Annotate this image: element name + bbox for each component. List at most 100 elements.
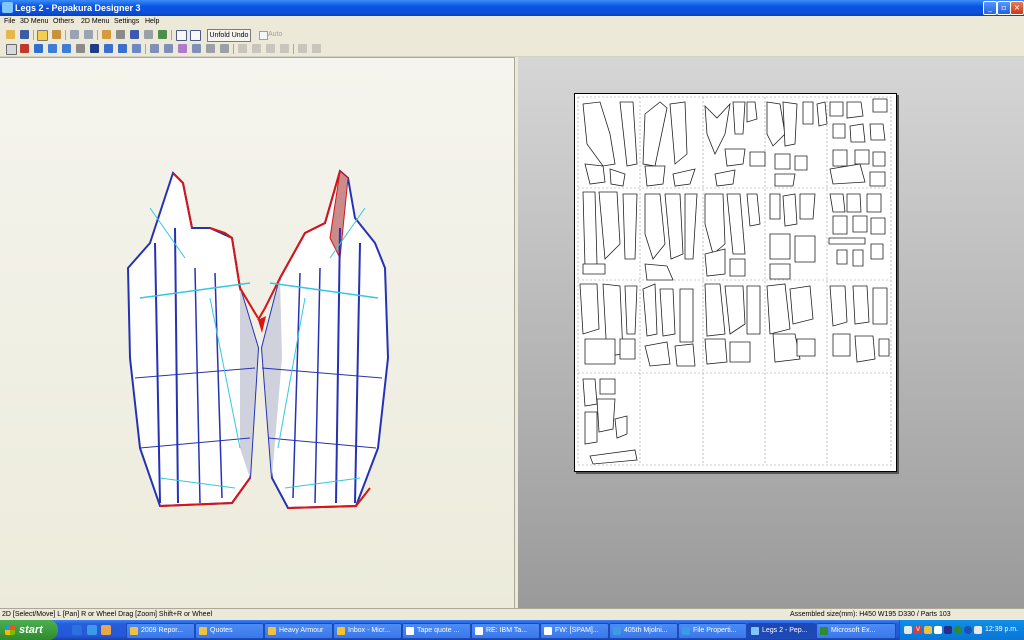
pattern-sheet[interactable]: [574, 93, 897, 472]
media-icon[interactable]: [101, 625, 111, 635]
rotate-left-icon[interactable]: [298, 44, 307, 53]
internet-explorer-icon[interactable]: [87, 625, 97, 635]
menu-2d[interactable]: 2D Menu: [81, 17, 109, 27]
tray-security-icon[interactable]: [964, 626, 972, 634]
toolbar-main: Unfold Undo Auto: [0, 28, 1024, 43]
close-button[interactable]: ×: [1010, 1, 1024, 15]
cube-icon[interactable]: [52, 30, 61, 39]
windows-flag-icon: [5, 625, 15, 635]
select-arrow-icon[interactable]: [6, 44, 17, 55]
pencil-icon[interactable]: [102, 30, 111, 39]
rotate-right-icon[interactable]: [312, 44, 321, 53]
menu-3d[interactable]: 3D Menu: [20, 17, 48, 27]
taskbar-button[interactable]: Tape quote ...: [402, 623, 471, 639]
align-center-icon[interactable]: [252, 44, 261, 53]
title-bar[interactable]: Legs 2 - Pepakura Designer 3 _ ▫ ×: [0, 0, 1024, 16]
window-single-icon[interactable]: [190, 30, 201, 41]
join-icon[interactable]: [62, 44, 71, 53]
taskbar-button[interactable]: File Properti...: [678, 623, 747, 639]
taskbar-button[interactable]: 405th Mjolni...: [609, 623, 678, 639]
pepakura-icon: [751, 627, 759, 635]
menu-others[interactable]: Others: [53, 17, 74, 27]
fit-view-icon[interactable]: [150, 44, 159, 53]
lightbulb-icon[interactable]: [37, 30, 48, 41]
folder-icon: [199, 627, 207, 635]
save-icon[interactable]: [20, 30, 29, 39]
page-icon[interactable]: [206, 44, 215, 53]
redo-icon[interactable]: [84, 30, 93, 39]
toolbar-separator: [293, 44, 294, 54]
3d-model-canvas[interactable]: [0, 58, 514, 609]
align-left-icon[interactable]: [238, 44, 247, 53]
toolbar-separator: [65, 30, 66, 40]
menu-bar: File 3D Menu Others 2D Menu Settings Hel…: [0, 16, 1024, 28]
edit-flap-icon[interactable]: [20, 44, 29, 53]
toolbar-separator: [171, 30, 172, 40]
text-icon[interactable]: [90, 44, 99, 53]
windows-taskbar: start 2009 Repor... Quotes Heavy Armour …: [0, 620, 1024, 640]
leg-model-right: [257, 169, 390, 510]
browser-icon: [613, 627, 621, 635]
open-folder-icon[interactable]: [6, 30, 15, 39]
unfold-undo-button[interactable]: Unfold Undo: [207, 29, 251, 42]
toolbar-separator: [33, 30, 34, 40]
taskbar-button[interactable]: RE: IBM Ta...: [471, 623, 540, 639]
toolbar-separator: [233, 44, 234, 54]
anchor-icon[interactable]: [130, 30, 139, 39]
start-label: start: [19, 624, 43, 636]
outlook-icon: [337, 627, 345, 635]
print-icon[interactable]: [220, 44, 229, 53]
taskbar-button-active[interactable]: Legs 2 - Pep...: [747, 623, 816, 639]
mail-icon: [475, 627, 483, 635]
align-right-icon[interactable]: [266, 44, 275, 53]
align-icon[interactable]: [192, 44, 201, 53]
antivirus-icon[interactable]: V: [914, 626, 922, 634]
rotate-icon[interactable]: [104, 44, 113, 53]
toolbar-2d: [0, 42, 1024, 57]
pattern-parts: [579, 98, 890, 465]
menu-file[interactable]: File: [4, 17, 15, 27]
network-icon[interactable]: [954, 626, 962, 634]
tray-app-icon[interactable]: [904, 626, 912, 634]
parts-icon[interactable]: [144, 30, 153, 39]
menu-help[interactable]: Help: [145, 17, 159, 27]
select-area-icon[interactable]: [158, 30, 167, 39]
tray-app-icon[interactable]: [944, 626, 952, 634]
auto-label: Auto: [268, 31, 283, 38]
menu-settings[interactable]: Settings: [114, 17, 139, 27]
status-mode-text: 2D [Select/Move] L [Pan] R or Wheel Drag…: [2, 611, 213, 618]
excel-icon: [820, 627, 828, 635]
window-title: Legs 2 - Pepakura Designer 3: [15, 3, 141, 13]
3d-view-panel[interactable]: [0, 57, 514, 609]
window-split-icon[interactable]: [176, 30, 187, 41]
minimize-button[interactable]: _: [983, 1, 997, 15]
show-desktop-icon[interactable]: [72, 625, 82, 635]
mirror-icon[interactable]: [118, 44, 127, 53]
taskbar-button[interactable]: Heavy Armour: [264, 623, 333, 639]
leg-model-left: [126, 171, 260, 508]
start-button[interactable]: start: [0, 620, 58, 640]
distribute-icon[interactable]: [280, 44, 289, 53]
flap-icon[interactable]: [76, 44, 85, 53]
status-size-text: Assembled size(mm): H450 W195 D330 / Par…: [790, 611, 951, 618]
zoom-fit-icon[interactable]: [164, 44, 173, 53]
edge-icon[interactable]: [178, 44, 187, 53]
taskbar-button[interactable]: Inbox - Micr...: [333, 623, 402, 639]
layout-icon[interactable]: [48, 44, 57, 53]
taskbar-button[interactable]: Quotes: [195, 623, 264, 639]
auto-checkbox[interactable]: [259, 31, 268, 40]
unfolded-pattern-canvas[interactable]: [575, 94, 896, 471]
taskbar-button[interactable]: Microsoft Ex...: [816, 623, 896, 639]
tray-media-icon[interactable]: [934, 626, 942, 634]
texture-icon[interactable]: [116, 30, 125, 39]
taskbar-button[interactable]: 2009 Repor...: [126, 623, 195, 639]
system-tray: V 12:39 p.m.: [899, 620, 1024, 640]
clock[interactable]: 12:39 p.m.: [985, 620, 1018, 640]
grid-icon[interactable]: [34, 44, 43, 53]
scale-icon[interactable]: [132, 44, 141, 53]
undo-icon[interactable]: [70, 30, 79, 39]
tray-warning-icon[interactable]: [924, 626, 932, 634]
volume-icon[interactable]: [974, 626, 982, 634]
maximize-button[interactable]: ▫: [997, 1, 1011, 15]
taskbar-button[interactable]: FW: [SPAM]...: [540, 623, 609, 639]
